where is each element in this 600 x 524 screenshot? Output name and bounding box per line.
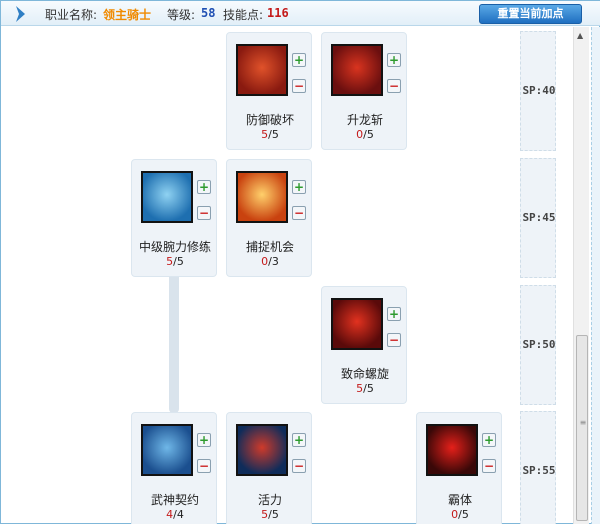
skill-cell: + − 活力 5/5 <box>226 412 312 524</box>
skill-level: 0/5 <box>356 128 374 141</box>
add-point-button[interactable]: + <box>387 53 401 67</box>
skill-level: 0/5 <box>451 508 469 521</box>
add-point-button[interactable]: + <box>292 180 306 194</box>
sp-requirement-row: SP:40 <box>520 31 556 151</box>
chevron-right-icon <box>16 6 25 22</box>
skill-level: 4/4 <box>166 508 184 521</box>
skill-cell: + − 致命螺旋 5/5 <box>321 286 407 404</box>
remove-point-button[interactable]: − <box>292 459 306 473</box>
header-bar: 职业名称: 领主骑士 等级: 58 技能点: 116 重置当前加点 <box>1 1 600 26</box>
remove-point-button[interactable]: − <box>197 206 211 220</box>
skill-name: 中级腕力修练 <box>138 240 211 254</box>
skill-level: 5/5 <box>261 128 279 141</box>
skill-level: 5/5 <box>356 382 374 395</box>
skill-cell: + − 捕捉机会 0/3 <box>226 159 312 277</box>
sp-requirement-row: SP:55 <box>520 411 556 524</box>
prerequisite-connector <box>169 273 179 413</box>
level-value: 58 <box>201 6 216 20</box>
remove-point-button[interactable]: − <box>197 459 211 473</box>
add-point-button[interactable]: + <box>197 180 211 194</box>
add-point-button[interactable]: + <box>292 433 306 447</box>
remove-point-button[interactable]: − <box>292 206 306 220</box>
sp-requirement-label: SP:50 <box>522 338 556 351</box>
sp-requirement-row: SP:45 <box>520 158 556 278</box>
level-label: 等级: <box>167 8 196 22</box>
skill-points-label: 技能点: <box>223 8 264 22</box>
scroll-up-arrow-icon[interactable]: ▲ <box>577 31 583 40</box>
sp-requirement-label: SP:40 <box>522 84 556 97</box>
add-point-button[interactable]: + <box>387 307 401 321</box>
skill-level: 0/3 <box>261 255 279 268</box>
grip-icon: ≡ <box>579 418 587 427</box>
skill-tree: + − 防御破坏 5/5 + − 升龙斩 0/5 SP:40 + − 中级腕力修… <box>1 27 573 524</box>
skill-cell: + − 霸体 0/5 <box>416 412 502 524</box>
reset-points-button[interactable]: 重置当前加点 <box>479 4 582 24</box>
skill-name: 武神契约 <box>150 493 199 507</box>
rising-dragon-slash-icon[interactable] <box>331 44 383 96</box>
skill-cell: + − 中级腕力修练 5/5 <box>131 159 217 277</box>
seize-opportunity-icon[interactable] <box>236 171 288 223</box>
strength-training-icon[interactable] <box>141 171 193 223</box>
remove-point-button[interactable]: − <box>482 459 496 473</box>
skill-name: 防御破坏 <box>245 113 294 127</box>
skill-cell: + − 武神契约 4/4 <box>131 412 217 524</box>
super-armor-icon[interactable] <box>426 424 478 476</box>
panel-edge <box>591 27 600 524</box>
vitality-icon[interactable] <box>236 424 288 476</box>
skill-name: 霸体 <box>447 493 472 507</box>
add-point-button[interactable]: + <box>197 433 211 447</box>
job-name-value: 领主骑士 <box>103 8 152 22</box>
skill-points-value: 116 <box>267 6 289 20</box>
skill-name: 捕捉机会 <box>245 240 294 254</box>
scrollbar-thumb[interactable]: ≡ <box>576 335 588 521</box>
skill-level: 5/5 <box>261 508 279 521</box>
defense-break-icon[interactable] <box>236 44 288 96</box>
add-point-button[interactable]: + <box>482 433 496 447</box>
remove-point-button[interactable]: − <box>292 79 306 93</box>
job-name-label: 职业名称: <box>45 8 98 22</box>
skill-tree-panel: 职业名称: 领主骑士 等级: 58 技能点: 116 重置当前加点 + − 防御… <box>0 0 600 524</box>
vertical-scrollbar[interactable]: ▲ ≡ <box>573 27 589 524</box>
skill-cell: + − 防御破坏 5/5 <box>226 32 312 150</box>
skill-name: 升龙斩 <box>346 113 383 127</box>
skill-name: 致命螺旋 <box>340 367 389 381</box>
sp-requirement-row: SP:50 <box>520 285 556 405</box>
skill-level: 5/5 <box>166 255 184 268</box>
skill-cell: + − 升龙斩 0/5 <box>321 32 407 150</box>
remove-point-button[interactable]: − <box>387 79 401 93</box>
remove-point-button[interactable]: − <box>387 333 401 347</box>
add-point-button[interactable]: + <box>292 53 306 67</box>
sp-requirement-label: SP:45 <box>522 211 556 224</box>
skill-name: 活力 <box>257 493 282 507</box>
war-god-pact-icon[interactable] <box>141 424 193 476</box>
deadly-spiral-icon[interactable] <box>331 298 383 350</box>
sp-requirement-label: SP:55 <box>522 464 556 477</box>
